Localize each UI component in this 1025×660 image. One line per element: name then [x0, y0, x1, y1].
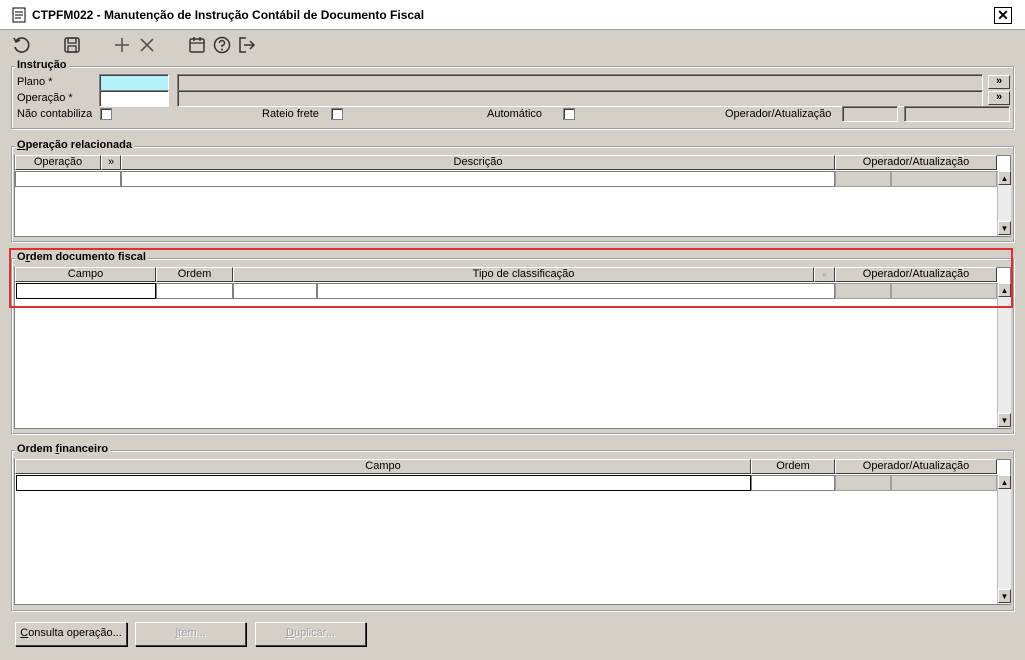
delete-icon[interactable]	[137, 35, 157, 55]
scrollbar[interactable]: ▲ ▼	[997, 475, 1011, 604]
cell-campo[interactable]	[16, 475, 751, 491]
nao-contabiliza-checkbox[interactable]	[100, 108, 112, 120]
save-icon[interactable]	[62, 35, 82, 55]
cell-atualizacao	[891, 171, 997, 187]
operacao-description-field	[177, 90, 983, 107]
calendar-icon[interactable]	[187, 35, 207, 55]
operacao-lookup-button[interactable]: »	[988, 91, 1010, 105]
item-button[interactable]: Item...	[135, 622, 246, 646]
col-descricao[interactable]: Descrição	[121, 155, 835, 170]
close-button[interactable]: ✕	[994, 7, 1012, 24]
scroll-up-icon[interactable]: ▲	[998, 171, 1011, 185]
undo-icon[interactable]	[11, 35, 31, 55]
automatico-label: Automático	[487, 108, 543, 120]
cell-atualizacao	[891, 475, 997, 491]
exit-icon[interactable]	[237, 35, 257, 55]
plano-input[interactable]	[99, 74, 169, 91]
nao-contabiliza-label: Não contabiliza	[17, 108, 93, 120]
duplicar-button[interactable]: Duplicar...	[255, 622, 366, 646]
scroll-down-icon[interactable]: ▼	[998, 221, 1011, 235]
document-icon	[12, 7, 26, 23]
title-bar: CTPFM022 - Manutenção de Instrução Contá…	[0, 0, 1025, 30]
instrucao-label: Instrução	[15, 59, 69, 71]
cell-descricao[interactable]	[121, 171, 835, 187]
operacao-label: Operação *	[17, 92, 73, 104]
col-operador-atualizacao[interactable]: Operador/Atualização	[835, 155, 997, 170]
automatico-checkbox[interactable]	[563, 108, 575, 120]
operacao-input[interactable]	[99, 90, 169, 107]
cell-operador	[835, 171, 891, 187]
col-operacao[interactable]: Operação	[15, 155, 101, 170]
add-icon[interactable]	[112, 35, 132, 55]
col-ordem[interactable]: Ordem	[751, 459, 835, 474]
close-icon: ✕	[997, 7, 1009, 23]
plano-label: Plano *	[17, 76, 53, 88]
col-operador-atualizacao[interactable]: Operador/Atualização	[835, 459, 997, 474]
cell-operador	[835, 475, 891, 491]
plano-description-field	[177, 74, 983, 91]
scroll-down-icon[interactable]: ▼	[998, 413, 1011, 427]
operacao-relacionada-label: Operação relacionada	[15, 139, 134, 151]
cell-ordem[interactable]	[751, 475, 835, 491]
col-campo[interactable]: Campo	[15, 459, 751, 474]
help-icon[interactable]	[212, 35, 232, 55]
highlight-box	[9, 248, 1013, 308]
scrollbar[interactable]: ▲ ▼	[997, 171, 1011, 236]
scroll-down-icon[interactable]: ▼	[998, 589, 1011, 603]
rateio-frete-checkbox[interactable]	[331, 108, 343, 120]
scroll-up-icon[interactable]: ▲	[998, 475, 1011, 489]
plano-lookup-button[interactable]: »	[988, 75, 1010, 89]
cell-operacao[interactable]	[15, 171, 121, 187]
ordem-financeiro-label: Ordem financeiro	[15, 443, 111, 455]
operador-atualizacao-label: Operador/Atualização	[725, 108, 832, 120]
rateio-frete-label: Rateio frete	[262, 108, 319, 120]
atualizacao-field	[904, 106, 1010, 122]
operador-field	[842, 106, 898, 122]
col-lookup[interactable]: »	[101, 155, 121, 170]
consulta-operacao-button[interactable]: Consulta operação...	[15, 622, 127, 646]
window-title: CTPFM022 - Manutenção de Instrução Contá…	[32, 8, 425, 22]
